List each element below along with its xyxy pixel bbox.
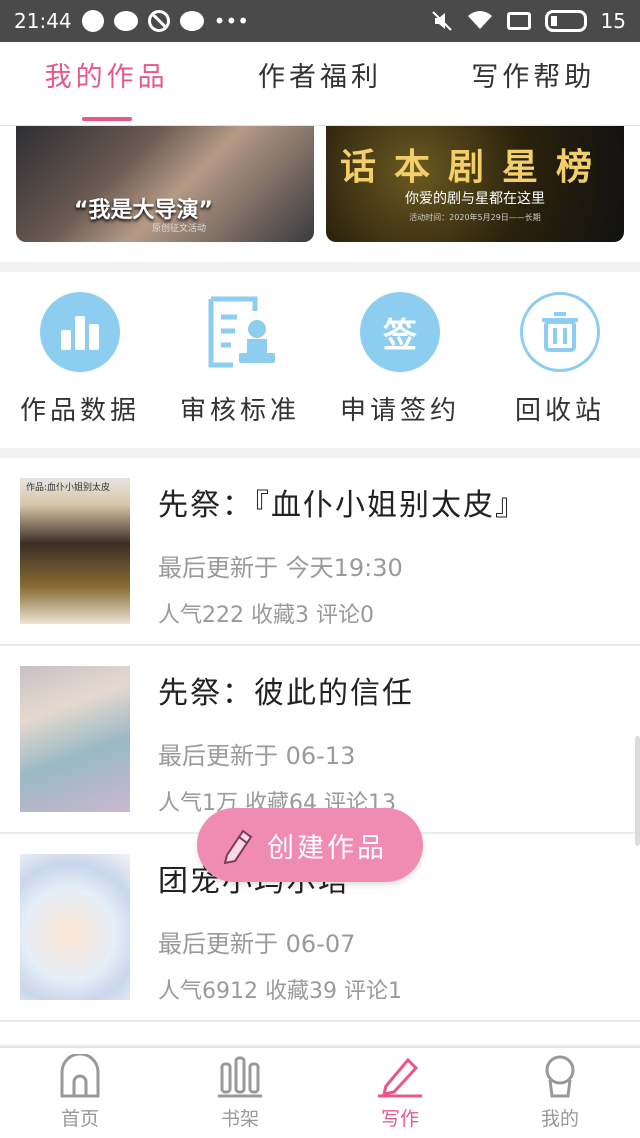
trash-icon <box>520 292 600 372</box>
mute-icon <box>431 11 452 31</box>
status-bar: 21:44 ••• 15 <box>0 0 640 42</box>
work-updated: 最后更新于 06-07 <box>158 930 356 958</box>
pencil-icon <box>223 829 253 865</box>
banner-caption: “我是大导演” <box>74 198 213 223</box>
feature-shortcuts: 作品数据 审核标准 签 申请签约 回收站 <box>0 272 640 448</box>
feature-recycle-bin[interactable]: 回收站 <box>480 272 640 448</box>
work-title: 先祭：『血仆小姐别太皮』 <box>158 488 527 523</box>
banner-date: 活动时间：2020年5月29日——长期 <box>409 213 541 222</box>
work-cover: 作品:血仆小姐别太皮 <box>20 478 130 624</box>
bar-chart-icon <box>40 292 120 372</box>
list-item[interactable]: 作品:血仆小姐别太皮 先祭：『血仆小姐别太皮』 最后更新于 今天19:30 人气… <box>0 458 640 646</box>
banner-subcaption: 你爱的剧与星都在这里 <box>405 191 545 207</box>
screen-icon <box>506 12 531 30</box>
nav-profile[interactable]: 我的 <box>480 1048 640 1138</box>
list-item[interactable]: 先祭：彼此的信任 最后更新于 06-13 人气1万 收藏64 评论13 <box>0 646 640 834</box>
more-icon: ••• <box>213 9 250 33</box>
do-not-disturb-icon <box>147 10 170 32</box>
pen-icon <box>378 1057 422 1098</box>
home-icon <box>60 1054 100 1098</box>
document-stamp-icon <box>200 292 280 372</box>
feature-label: 作品数据 <box>19 396 140 426</box>
banner-caption: 话本剧星榜 <box>339 147 610 188</box>
chat-icon <box>179 11 204 31</box>
bottom-nav: 首页 书架 写作 我的 <box>0 1046 640 1138</box>
nav-home[interactable]: 首页 <box>0 1048 160 1138</box>
work-cover <box>20 854 130 1000</box>
feature-label: 申请签约 <box>339 396 460 426</box>
tab-my-works[interactable]: 我的作品 <box>0 42 213 125</box>
sign-icon: 签 <box>360 292 440 372</box>
create-work-label: 创建作品 <box>267 832 387 864</box>
profile-icon <box>545 1055 575 1098</box>
banner-director-contest[interactable]: “我是大导演” 原创征文活动 <box>16 126 314 242</box>
battery-level: 15 <box>600 9 626 33</box>
work-cover <box>20 666 130 812</box>
feature-apply-contract[interactable]: 签 申请签约 <box>320 272 480 448</box>
scrollbar[interactable] <box>635 736 640 846</box>
feature-label: 审核标准 <box>179 396 300 426</box>
banner-carousel: “我是大导演” 原创征文活动 话本剧星榜 你爱的剧与星都在这里 活动时间：202… <box>0 126 640 262</box>
message-icon <box>113 11 138 31</box>
works-list: 作品:血仆小姐别太皮 先祭：『血仆小姐别太皮』 最后更新于 今天19:30 人气… <box>0 458 640 1044</box>
nav-write[interactable]: 写作 <box>320 1048 480 1138</box>
work-stats: 人气222 收藏3 评论0 <box>158 603 374 628</box>
work-updated: 最后更新于 今天19:30 <box>158 554 403 582</box>
status-time: 21:44 <box>14 9 72 33</box>
banner-subcaption: 原创征文活动 <box>152 224 207 234</box>
feature-review-standard[interactable]: 审核标准 <box>160 272 320 448</box>
work-title: 先祭：彼此的信任 <box>158 676 414 711</box>
work-stats: 人气6912 收藏39 评论1 <box>158 979 402 1004</box>
top-tabs: 我的作品 作者福利 写作帮助 <box>0 42 640 126</box>
banner-star-ranking[interactable]: 话本剧星榜 你爱的剧与星都在这里 活动时间：2020年5月29日——长期 <box>326 126 624 242</box>
bookshelf-icon <box>218 1056 262 1098</box>
nav-bookshelf[interactable]: 书架 <box>160 1048 320 1138</box>
feature-label: 回收站 <box>514 396 605 426</box>
tab-writing-help[interactable]: 写作帮助 <box>427 42 640 125</box>
battery-icon <box>544 10 587 32</box>
feature-work-data[interactable]: 作品数据 <box>0 272 160 448</box>
wifi-icon <box>467 11 492 29</box>
tab-author-benefits[interactable]: 作者福利 <box>213 42 426 125</box>
notification-icon <box>81 10 104 32</box>
work-updated: 最后更新于 06-13 <box>158 742 356 770</box>
create-work-button[interactable]: 创建作品 <box>197 808 423 882</box>
